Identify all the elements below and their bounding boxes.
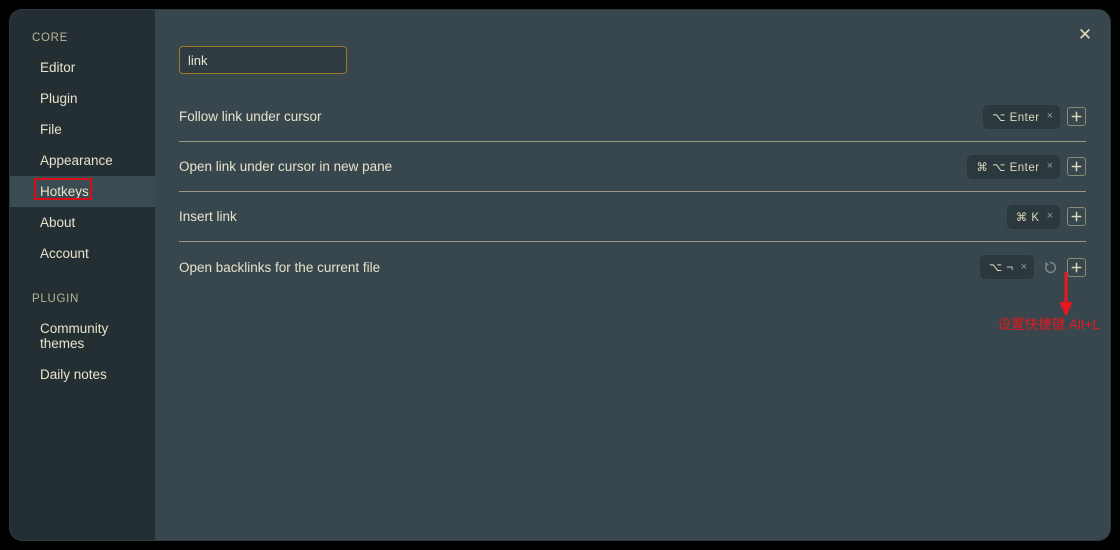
hotkey-controls: ⌥ ¬ × (979, 255, 1086, 279)
hotkey-row: Open backlinks for the current file ⌥ ¬ … (179, 242, 1086, 292)
nav-group-title-plugin: PLUGIN (32, 293, 80, 305)
settings-modal: CORE Editor Plugin File Appearance Hotke… (10, 10, 1110, 540)
hotkey-row: Follow link under cursor ⌥ Enter × (179, 92, 1086, 142)
hotkey-list: Follow link under cursor ⌥ Enter × Open … (179, 92, 1086, 292)
remove-binding-icon[interactable]: × (1047, 161, 1053, 172)
hotkey-binding-chip[interactable]: ⌘ ⌥ Enter × (967, 154, 1060, 179)
add-hotkey-button[interactable] (1067, 207, 1086, 226)
sidebar-item-label: File (40, 122, 62, 137)
plus-icon (1071, 211, 1082, 222)
annotation-caption-text: 设置快捷键 Alt+L (997, 317, 1100, 332)
sidebar-item-file[interactable]: File (10, 114, 155, 145)
restore-default-button[interactable] (1041, 258, 1060, 277)
settings-sidebar: CORE Editor Plugin File Appearance Hotke… (10, 10, 155, 540)
sidebar-item-label: Account (40, 246, 89, 261)
sidebar-item-appearance[interactable]: Appearance (10, 145, 155, 176)
sidebar-item-daily-notes[interactable]: Daily notes (10, 359, 155, 390)
sidebar-item-label: Editor (40, 60, 76, 75)
hotkey-command-label: Insert link (179, 209, 237, 224)
hotkey-binding-chip[interactable]: ⌘ K × (1006, 204, 1060, 229)
hotkey-row: Open link under cursor in new pane ⌘ ⌥ E… (179, 142, 1086, 192)
plus-icon (1071, 161, 1082, 172)
sidebar-item-account[interactable]: Account (10, 238, 155, 269)
sidebar-item-label: About (40, 215, 76, 230)
close-icon[interactable]: ✕ (1074, 24, 1096, 46)
search-field-wrapper (155, 10, 1110, 74)
add-hotkey-button[interactable] (1067, 257, 1086, 277)
sidebar-item-editor[interactable]: Editor (10, 52, 155, 83)
hotkey-command-label: Open backlinks for the current file (179, 259, 381, 275)
sidebar-item-label: Community themes (40, 321, 109, 351)
hotkey-keys-label: ⌥ ¬ (988, 262, 1014, 274)
settings-main-panel: ✕ Follow link under cursor ⌥ Enter × (155, 10, 1110, 540)
sidebar-item-label: Appearance (40, 153, 113, 168)
hotkey-controls: ⌥ Enter × (983, 104, 1086, 129)
hotkey-row: Insert link ⌘ K × (179, 192, 1086, 242)
hotkey-command-label: Follow link under cursor (179, 109, 322, 124)
hotkey-controls: ⌘ ⌥ Enter × (967, 154, 1086, 179)
remove-binding-icon[interactable]: × (1047, 111, 1053, 122)
plus-icon (1071, 262, 1082, 272)
nav-group-title-core: CORE (32, 32, 69, 44)
hotkey-command-label: Open link under cursor in new pane (179, 159, 393, 174)
hotkey-keys-label: ⌘ ⌥ Enter (976, 161, 1040, 174)
plus-icon (1071, 111, 1082, 122)
add-hotkey-button[interactable] (1067, 107, 1086, 126)
hotkey-controls: ⌘ K × (1006, 204, 1086, 229)
hotkey-binding-chip[interactable]: ⌥ Enter × (983, 104, 1060, 129)
sidebar-item-about[interactable]: About (10, 207, 155, 238)
sidebar-item-hotkeys[interactable]: Hotkeys (10, 176, 155, 207)
sidebar-item-label: Daily notes (40, 367, 107, 382)
remove-binding-icon[interactable]: × (1047, 211, 1053, 222)
sidebar-item-plugin[interactable]: Plugin (10, 83, 155, 114)
sidebar-item-community-themes[interactable]: Community themes (10, 313, 155, 359)
remove-binding-icon[interactable]: × (1021, 261, 1027, 273)
restore-icon (1044, 261, 1057, 273)
sidebar-item-label: Hotkeys (40, 184, 89, 199)
hotkey-binding-chip[interactable]: ⌥ ¬ × (979, 255, 1034, 279)
add-hotkey-button[interactable] (1067, 157, 1086, 176)
hotkey-keys-label: ⌥ Enter (992, 111, 1040, 124)
sidebar-item-label: Plugin (40, 91, 78, 106)
hotkey-keys-label: ⌘ K (1015, 211, 1040, 224)
search-input[interactable] (179, 46, 347, 74)
screen-root: CORE Editor Plugin File Appearance Hotke… (0, 0, 1120, 550)
